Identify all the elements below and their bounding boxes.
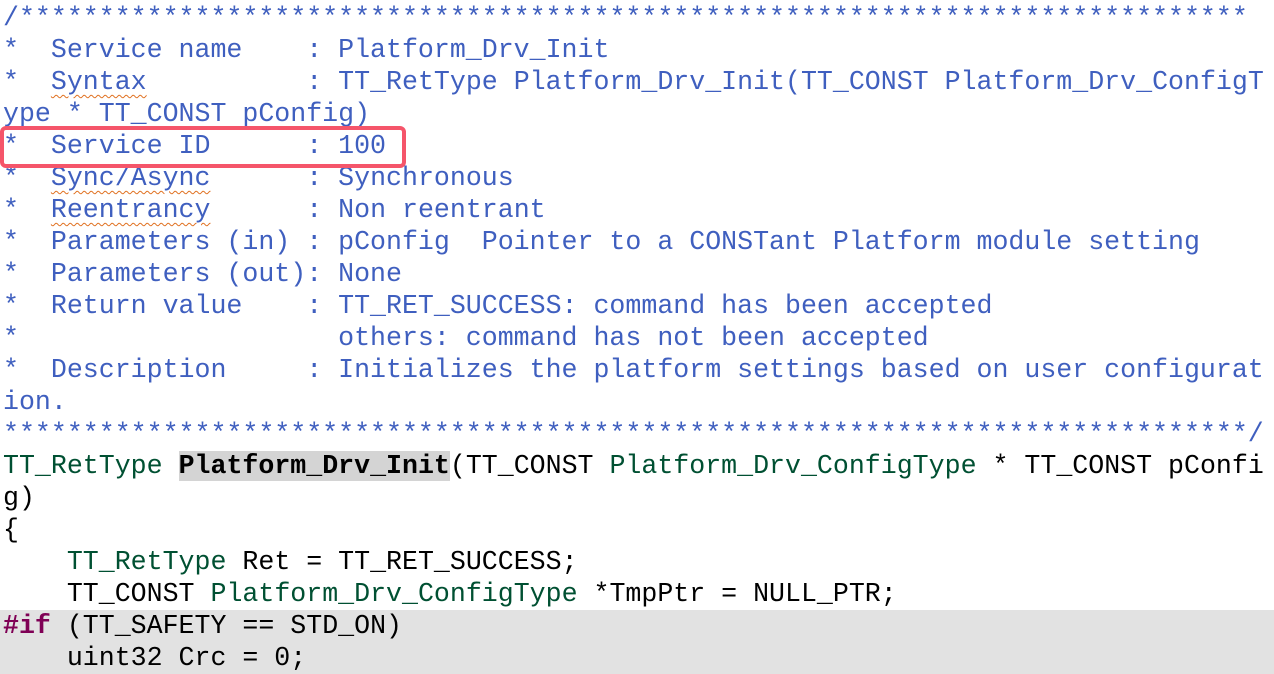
code-token: /***************************************… [3,3,1248,33]
code-token: { [3,515,19,545]
code-line[interactable]: * Service name : Platform_Drv_Init [3,34,1274,66]
code-line[interactable]: * Description : Initializes the platform… [3,354,1274,418]
function-name-token: Platform_Drv_Init [178,451,450,481]
code-token: TT_CONST [3,579,211,609]
code-token: TT_RetType [66,547,227,577]
code-line[interactable]: * Parameters (out): None [3,258,1274,290]
code-line[interactable]: ****************************************… [3,418,1274,450]
code-line[interactable]: * Reentrancy : Non reentrant [3,194,1274,226]
code-token: * Parameters (out): None [3,259,402,289]
code-token: Platform_Drv_ConfigType [609,451,977,481]
code-line[interactable]: * Return value : TT_RET_SUCCESS: command… [3,290,1274,322]
code-line[interactable]: TT_RetType Ret = TT_RET_SUCCESS; [3,546,1274,578]
code-line[interactable]: * Parameters (in) : pConfig Pointer to a… [3,226,1274,258]
code-line[interactable]: * Syntax : TT_RetType Platform_Drv_Init(… [3,66,1274,130]
code-line[interactable]: { [3,514,1274,546]
code-token: Reentrancy [50,195,211,225]
code-token: * [3,67,51,97]
code-token: (TT_CONST [449,451,610,481]
code-line[interactable]: #if (TT_SAFETY == STD_ON) [0,610,1274,642]
code-token: : Non reentrant [210,195,546,225]
code-token: * Description : Initializes the platform… [3,355,1264,417]
service-id-highlight-box [0,126,406,168]
code-token: * Service name : Platform_Drv_Init [3,35,610,65]
code-token: *TmpPtr = NULL_PTR; [577,579,897,609]
code-line[interactable]: /***************************************… [3,2,1274,34]
code-line[interactable]: * others: command has not been accepted [3,322,1274,354]
code-token: #if [3,611,51,641]
code-token: * [3,195,51,225]
code-token: Syntax [50,67,147,97]
code-token: Platform_Drv_ConfigType [210,579,578,609]
code-token: Ret = TT_RET_SUCCESS; [226,547,578,577]
code-token: TT_RetType [3,451,179,481]
code-editor[interactable]: /***************************************… [0,0,1274,674]
code-token: : TT_RetType Platform_Drv_Init(TT_CONST … [3,67,1264,129]
code-line[interactable]: uint32 Crc = 0; [0,642,1274,674]
code-token: * Return value : TT_RET_SUCCESS: command… [3,291,993,321]
code-line[interactable]: TT_RetType Platform_Drv_Init(TT_CONST Pl… [3,450,1274,514]
code-token: uint32 Crc = 0; [3,643,307,673]
code-line[interactable]: TT_CONST Platform_Drv_ConfigType *TmpPtr… [3,578,1274,610]
code-token: * Parameters (in) : pConfig Pointer to a… [3,227,1200,257]
code-token: ****************************************… [3,419,1264,449]
code-token: (TT_SAFETY == STD_ON) [50,611,402,641]
code-token: * others: command has not been accepted [3,323,929,353]
